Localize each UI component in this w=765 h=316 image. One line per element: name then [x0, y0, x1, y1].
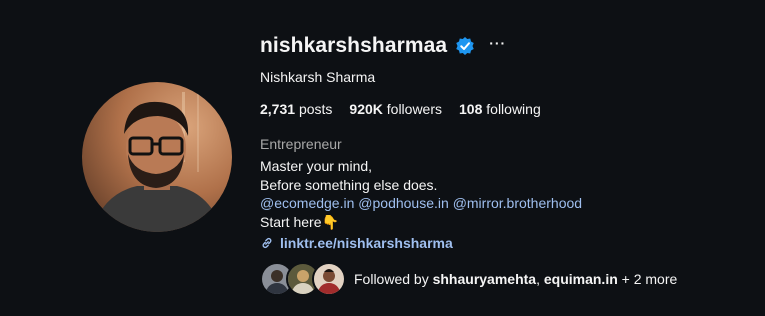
username-row: nishkarshsharmaa ··· — [260, 30, 760, 62]
followed-by-suffix: + 2 more — [621, 271, 678, 287]
profile-category: Entrepreneur — [260, 136, 342, 152]
link-text[interactable]: linktr.ee/nishkarshsharma — [280, 235, 453, 251]
mention-mirror-brotherhood[interactable]: @mirror.brotherhood — [453, 195, 582, 211]
followed-by-separator: , — [536, 271, 540, 287]
followers-stat[interactable]: 920K followers — [349, 101, 442, 117]
full-name: Nishkarsh Sharma — [260, 69, 376, 85]
followers-count: 920K — [349, 101, 383, 117]
bio-line-4: Start here👇 — [260, 213, 339, 230]
follower-avatar-3 — [312, 262, 346, 296]
profile-avatar[interactable] — [82, 82, 232, 232]
mention-podhouse[interactable]: @podhouse.in — [358, 195, 449, 211]
following-label: following — [486, 101, 541, 117]
followed-by-prefix: Followed by — [354, 271, 429, 287]
following-count: 108 — [459, 101, 483, 117]
profile-info: nishkarshsharmaa ··· Nishkarsh Sharma 2,… — [260, 30, 760, 253]
followed-by-text: Followed by shhauryamehta, equiman.in + … — [354, 271, 677, 287]
followed-by[interactable]: Followed by shhauryamehta, equiman.in + … — [260, 262, 677, 296]
bio: Master your mind, Before something else … — [260, 157, 760, 231]
mention-ecomedge[interactable]: @ecomedge.in — [260, 195, 354, 211]
follower-avatars — [260, 262, 348, 296]
more-options-button[interactable]: ··· — [489, 36, 506, 50]
link-icon — [262, 237, 272, 249]
posts-stat: 2,731 posts — [260, 101, 332, 117]
profile-photo — [82, 82, 232, 232]
bio-mentions: @ecomedge.in @podhouse.in @mirror.brothe… — [260, 194, 760, 213]
followers-label: followers — [386, 101, 443, 117]
profile-stats: 2,731 posts 920K followers 108 following — [260, 99, 760, 119]
posts-count: 2,731 — [260, 101, 296, 117]
username: nishkarshsharmaa — [260, 34, 448, 57]
posts-label: posts — [298, 101, 333, 117]
external-link[interactable]: linktr.ee/nishkarshsharma — [260, 233, 760, 253]
followed-by-user-1[interactable]: shhauryamehta — [433, 271, 536, 287]
verified-badge-icon — [455, 36, 475, 56]
following-stat[interactable]: 108 following — [459, 101, 541, 117]
bio-line-1: Master your mind, — [260, 158, 373, 174]
bio-line-2: Before something else does. — [260, 176, 438, 193]
followed-by-user-2[interactable]: equiman.in — [544, 271, 618, 287]
